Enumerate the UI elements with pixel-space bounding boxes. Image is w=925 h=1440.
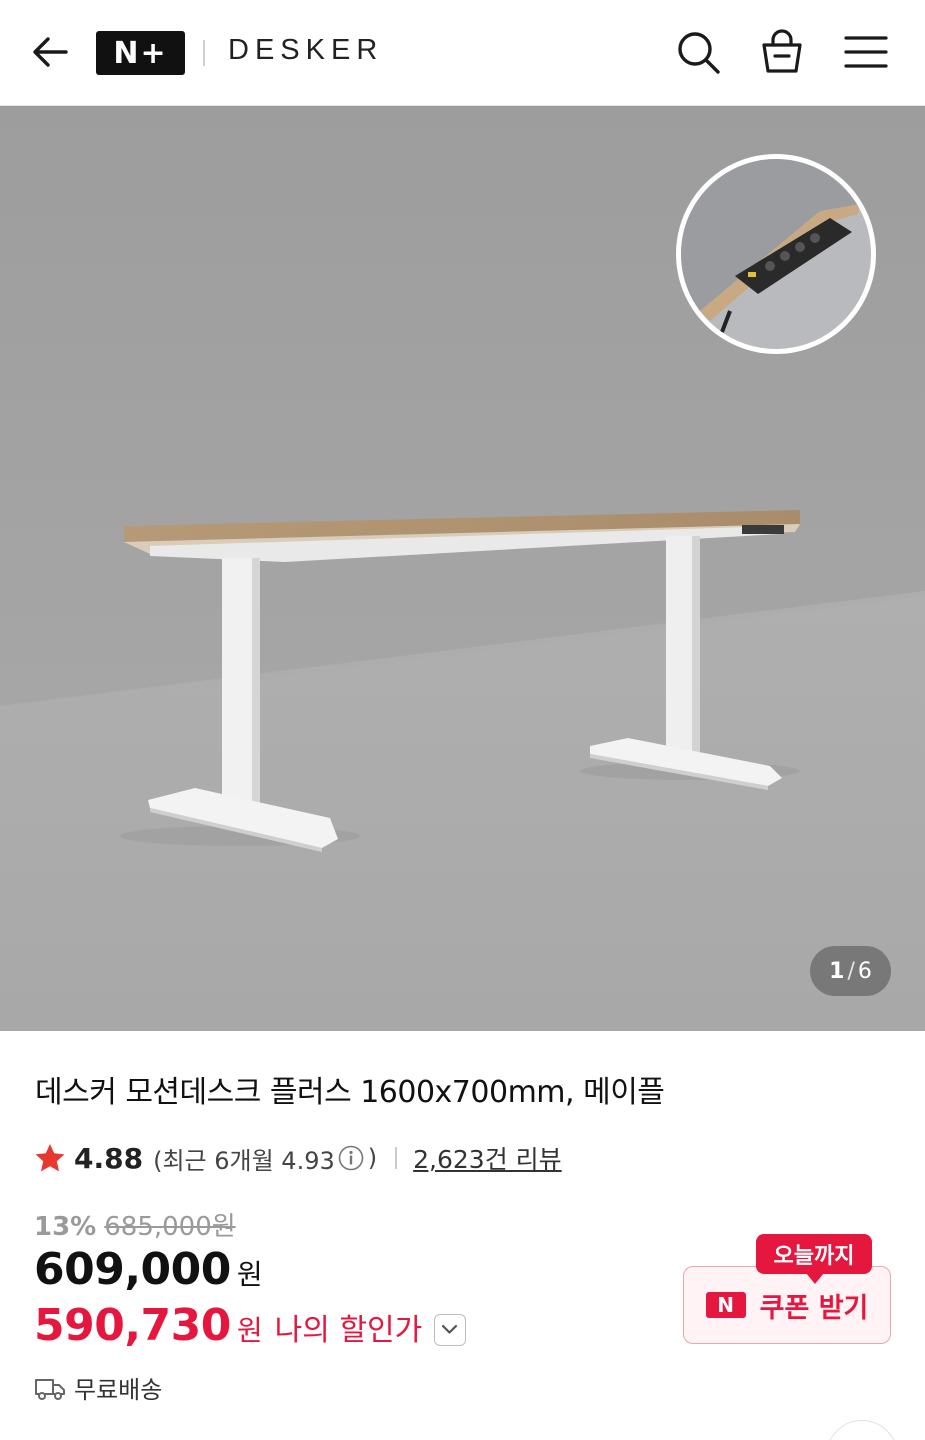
rating-score: 4.88 <box>74 1141 144 1175</box>
brand-name[interactable]: DESKER <box>228 34 383 67</box>
naver-plus-logo[interactable]: N+ <box>96 31 185 75</box>
sale-price: 609,000 <box>34 1244 231 1295</box>
divider <box>395 1147 398 1169</box>
product-image <box>0 106 925 1031</box>
expand-button[interactable] <box>434 1314 467 1346</box>
search-button[interactable] <box>674 28 722 76</box>
my-price-row[interactable]: 590,730 원 나의 할인가 <box>34 1300 467 1351</box>
top-header: N+ DESKER <box>0 0 925 106</box>
logo-divider <box>203 40 205 66</box>
recent-rating: (최근 6개월 4.93 ) <box>153 1141 377 1176</box>
coupon-button[interactable]: N 쿠폰 받기 <box>683 1266 891 1344</box>
review-link[interactable]: 2,623건 리뷰 <box>413 1140 562 1176</box>
info-icon[interactable] <box>338 1145 364 1171</box>
hamburger-menu-icon <box>844 36 888 68</box>
star-icon <box>35 1144 65 1172</box>
truck-icon <box>35 1378 65 1400</box>
product-title: 데스커 모션데스크 플러스 1600x700mm, 메이플 <box>35 1075 665 1110</box>
search-icon <box>678 32 720 74</box>
discount-rate: 13% <box>34 1212 97 1242</box>
naver-n-icon: N <box>705 1292 746 1318</box>
counter-total: 6 <box>857 958 872 984</box>
counter-separator: / <box>847 958 855 984</box>
today-only-tag: 오늘까지 <box>756 1234 872 1284</box>
original-price-row: 13% 685,000원 <box>34 1206 236 1243</box>
floating-action-button[interactable] <box>826 1420 898 1440</box>
shipping-row: 무료배송 <box>34 1370 162 1405</box>
rating-row: 4.88 (최근 6개월 4.93 ) 2,623건 리뷰 <box>34 1138 562 1178</box>
my-price-unit: 원 <box>236 1314 263 1347</box>
arrow-left-icon <box>33 37 68 67</box>
cart-button[interactable] <box>758 28 806 76</box>
shipping-text: 무료배송 <box>74 1376 163 1404</box>
image-counter: 1 / 6 <box>810 946 891 996</box>
logo-text: N+ <box>113 35 168 71</box>
shopping-bag-icon <box>762 29 802 73</box>
back-button[interactable] <box>28 30 72 74</box>
my-price-label: 나의 할인가 <box>274 1313 423 1348</box>
coupon-label: 쿠폰 받기 <box>759 1292 869 1324</box>
counter-current: 1 <box>829 958 845 984</box>
menu-button[interactable] <box>842 28 890 76</box>
chevron-down-icon <box>442 1324 458 1334</box>
my-discount-price: 590,730 <box>34 1300 231 1351</box>
recent-rating-close: ) <box>367 1144 378 1172</box>
sale-price-unit: 원 <box>236 1258 263 1291</box>
recent-rating-text: (최근 6개월 4.93 <box>153 1146 335 1175</box>
price-row: 609,000 원 <box>34 1244 263 1295</box>
product-image-carousel[interactable]: 1 / 6 <box>0 106 925 1031</box>
original-price: 685,000원 <box>104 1212 236 1242</box>
